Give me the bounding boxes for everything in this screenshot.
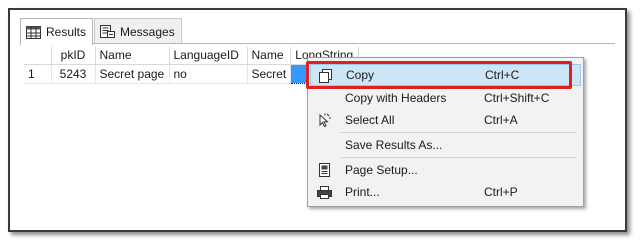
menu-item-label: Page Setup...	[345, 163, 418, 177]
menu-item-label: Select All	[345, 113, 395, 127]
tab-messages-label: Messages	[120, 24, 175, 39]
cell-pkid[interactable]: 5243	[51, 64, 96, 84]
tab-results[interactable]: Results	[20, 18, 94, 45]
menu-item-page-setup[interactable]: Page Setup...	[310, 159, 581, 181]
menu-item-save-results-as[interactable]: Save Results As...	[310, 134, 581, 156]
menu-separator	[341, 132, 577, 133]
grid-icon	[26, 25, 41, 39]
menu-item-shortcut: Ctrl+C	[485, 68, 520, 82]
menu-item-shortcut: Ctrl+Shift+C	[484, 91, 550, 105]
cell-languageid[interactable]: no	[169, 64, 248, 84]
column-header-name[interactable]: Name	[95, 47, 170, 65]
tab-divider	[20, 43, 615, 44]
row-number-cell[interactable]: 1	[24, 64, 52, 84]
menu-item-shortcut: Ctrl+A	[484, 113, 518, 127]
menu-item-label: Copy with Headers	[345, 91, 447, 105]
menu-item-shortcut: Ctrl+P	[484, 185, 518, 199]
printer-icon	[317, 186, 332, 199]
cell-name[interactable]: Secret page	[95, 64, 170, 84]
result-tabs: Results Messages	[20, 18, 183, 45]
menu-item-label: Print...	[345, 185, 380, 199]
menu-item-copy-with-headers[interactable]: Copy with Headers Ctrl+Shift+C	[310, 87, 581, 109]
cell-name-2[interactable]: Secret	[247, 64, 292, 84]
column-header-name-2[interactable]: Name	[247, 47, 292, 65]
tab-results-label: Results	[46, 25, 87, 39]
messages-icon	[100, 25, 116, 38]
menu-item-select-all[interactable]: Select All Ctrl+A	[310, 109, 581, 131]
context-menu: Copy Ctrl+C Copy with Headers Ctrl+Shift…	[307, 57, 584, 207]
menu-item-copy[interactable]: Copy Ctrl+C	[310, 64, 581, 86]
copy-icon	[319, 69, 332, 83]
page-setup-icon	[319, 163, 330, 177]
menu-item-label: Copy	[346, 68, 375, 82]
menu-separator	[341, 157, 577, 158]
menu-item-label: Save Results As...	[345, 138, 443, 152]
tab-messages[interactable]: Messages	[94, 18, 182, 44]
row-number-header[interactable]	[24, 47, 52, 65]
select-all-icon	[319, 113, 331, 128]
column-header-pkid[interactable]: pkID	[51, 47, 96, 65]
menu-item-print[interactable]: Print... Ctrl+P	[310, 181, 581, 203]
column-header-languageid[interactable]: LanguageID	[169, 47, 248, 65]
